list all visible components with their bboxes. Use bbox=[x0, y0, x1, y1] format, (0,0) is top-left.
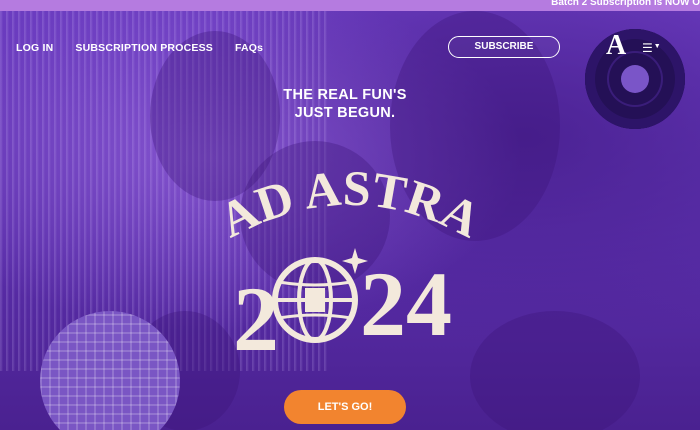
lets-go-button[interactable]: LET'S GO! bbox=[284, 390, 406, 424]
ad-astra-2024-title: AD ASTRA 2 24 bbox=[210, 170, 489, 370]
title-year-24: 24 bbox=[360, 253, 452, 355]
announcement-ticker: Batch 2 Subscription is NOW O bbox=[0, 0, 700, 11]
vinyl-record-image bbox=[585, 29, 685, 129]
hero-tagline: THE REAL FUN'S JUST BEGUN. bbox=[270, 86, 420, 122]
ticker-text: Batch 2 Subscription is NOW O bbox=[551, 0, 700, 8]
tagline-line-1: THE REAL FUN'S bbox=[283, 87, 407, 103]
subscribe-button[interactable]: SUBSCRIBE bbox=[448, 36, 560, 58]
person-silhouette bbox=[470, 311, 640, 430]
globe-zero-icon bbox=[272, 257, 358, 343]
ad-astra-logo[interactable]: A bbox=[606, 30, 626, 62]
hamburger-menu-icon[interactable]: ☰▼ bbox=[642, 41, 661, 55]
top-navigation: LOG IN SUBSCRIPTION PROCESS FAQs bbox=[16, 42, 263, 54]
tagline-line-2: JUST BEGUN. bbox=[294, 105, 396, 121]
nav-subscription-process[interactable]: SUBSCRIPTION PROCESS bbox=[75, 42, 213, 54]
title-year-2: 2 bbox=[233, 268, 279, 370]
nav-login[interactable]: LOG IN bbox=[16, 42, 53, 54]
nav-faqs[interactable]: FAQs bbox=[235, 42, 263, 54]
title-ad-astra: AD ASTRA bbox=[210, 170, 489, 248]
